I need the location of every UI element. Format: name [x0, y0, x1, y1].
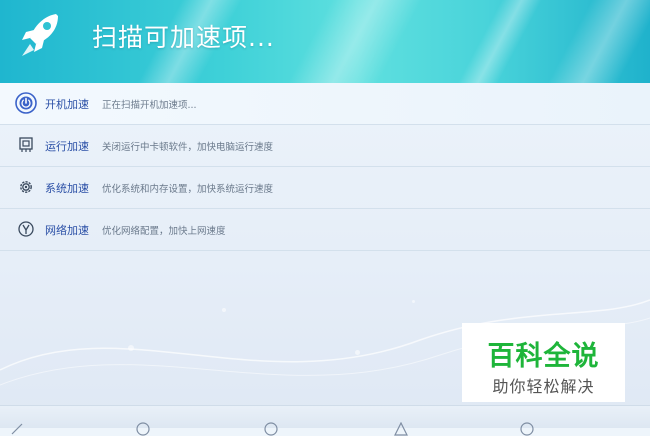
- rocket-icon: [22, 14, 58, 56]
- item-name: 运行加速: [45, 140, 89, 153]
- watermark-badge: 百科全说 助你轻松解决: [462, 323, 625, 402]
- item-description: 关闭运行中卡顿软件，加快电脑运行速度: [102, 142, 274, 153]
- bokeh-dot: [355, 350, 360, 355]
- item-name: 网络加速: [45, 224, 89, 237]
- item-description: 优化网络配置，加快上网速度: [102, 226, 226, 237]
- watermark-title: 百科全说: [487, 341, 600, 372]
- header-banner: 扫描可加速项...: [0, 0, 650, 83]
- bokeh-dot: [412, 300, 415, 303]
- power-icon: [15, 92, 37, 114]
- header-light-streak: [246, 0, 444, 83]
- list-item-run-speedup[interactable]: 运行加速 关闭运行中卡顿软件，加快电脑运行速度: [0, 125, 650, 167]
- toolbar-icon[interactable]: [394, 422, 408, 436]
- list-item-system-speedup[interactable]: 系统加速 优化系统和内存设置，加快系统运行速度: [0, 167, 650, 209]
- toolbar-icon[interactable]: [264, 422, 278, 436]
- item-description: 正在扫描开机加速项...: [102, 100, 197, 111]
- acceleration-list: 开机加速 正在扫描开机加速项... 运行加速 关闭运行中卡顿软件，加快电脑运行速…: [0, 83, 650, 251]
- bokeh-dot: [222, 308, 226, 312]
- header-light-streak: [416, 0, 564, 83]
- bottom-toolbar: [0, 405, 650, 436]
- list-item-network-speedup[interactable]: 网络加速 优化网络配置，加快上网速度: [0, 209, 650, 251]
- watermark-subtitle: 助你轻松解决: [492, 377, 595, 396]
- bokeh-dot: [128, 345, 134, 351]
- network-icon: [15, 218, 37, 240]
- toolbar-icon[interactable]: [136, 422, 150, 436]
- toolbar-icon[interactable]: [10, 422, 24, 436]
- item-description: 优化系统和内存设置，加快系统运行速度: [102, 184, 274, 195]
- chip-icon: [15, 134, 37, 156]
- list-item-boot-speedup[interactable]: 开机加速 正在扫描开机加速项...: [0, 83, 650, 125]
- gear-icon: [15, 176, 37, 198]
- item-name: 系统加速: [45, 182, 89, 195]
- item-name: 开机加速: [45, 98, 89, 111]
- toolbar-icon[interactable]: [520, 422, 534, 436]
- page-title: 扫描可加速项...: [92, 23, 275, 52]
